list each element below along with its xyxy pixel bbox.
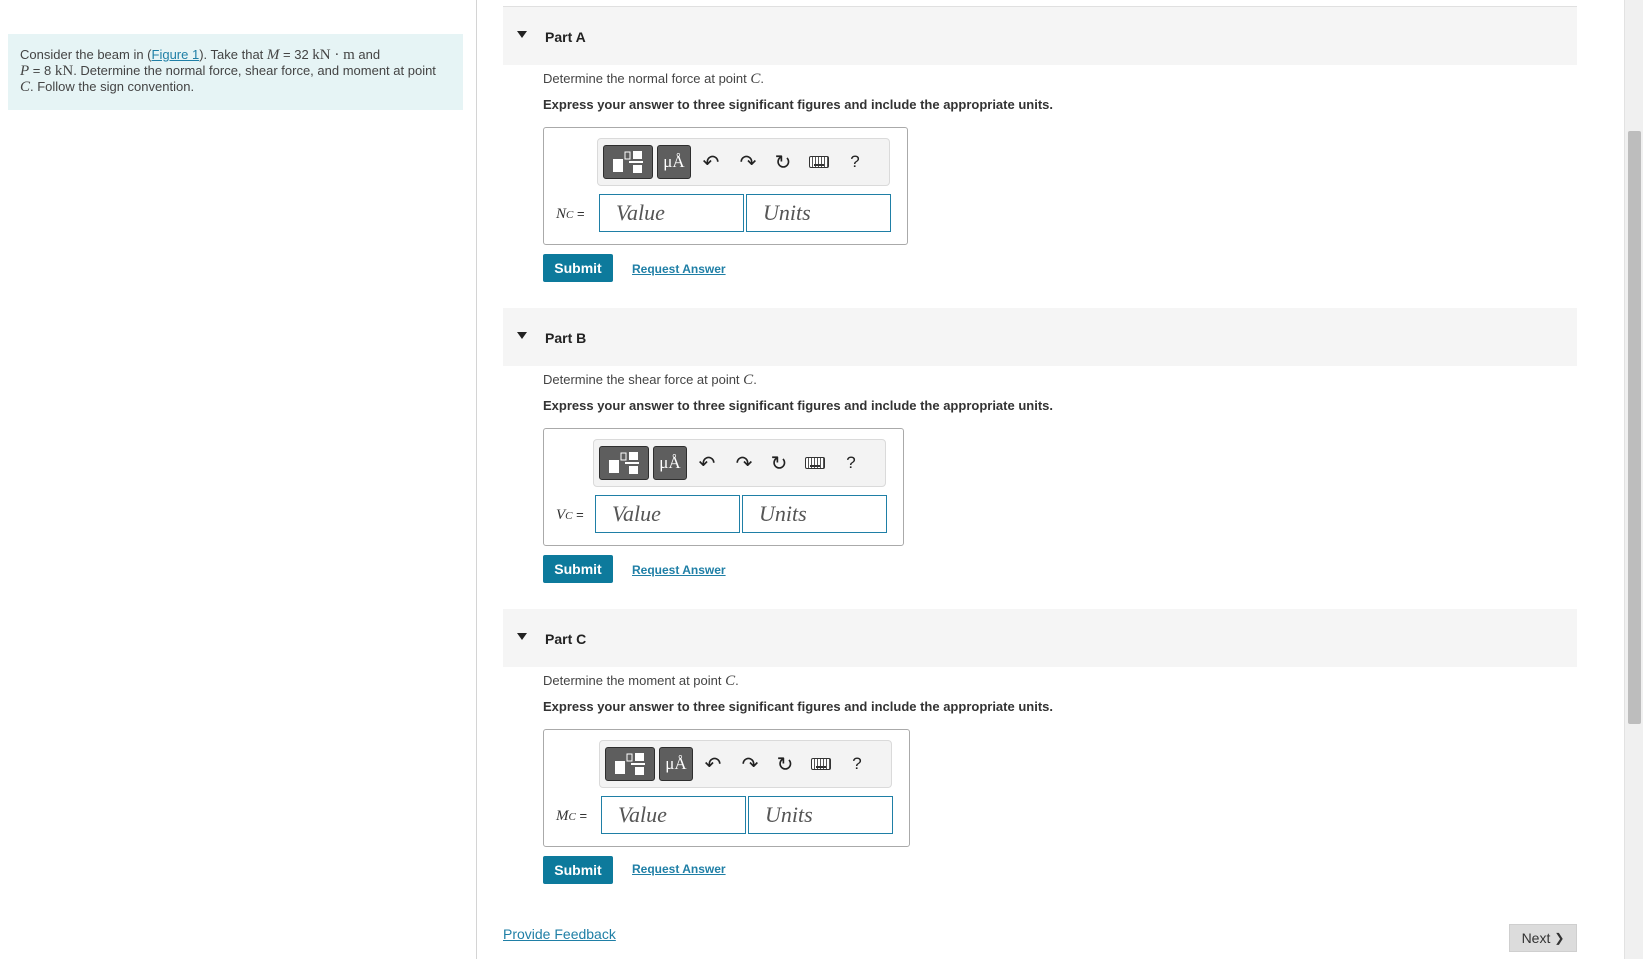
question-text: Determine the shear force at point C. [543, 372, 757, 389]
reset-icon[interactable]: ↻ [770, 148, 796, 176]
part-title: Part B [545, 330, 587, 346]
scrollbar-thumb[interactable] [1628, 131, 1641, 724]
reset-icon[interactable]: ↻ [772, 750, 798, 778]
help-icon[interactable]: ? [844, 750, 870, 778]
units-icon[interactable]: μÅ [659, 747, 693, 781]
variable-label: NC = [556, 206, 585, 223]
submit-button[interactable]: Submit [543, 555, 613, 583]
variable-label: MC = [556, 808, 587, 825]
value-input[interactable] [601, 796, 746, 834]
units-icon[interactable]: μÅ [657, 145, 691, 179]
redo-icon[interactable]: ↷ [737, 750, 763, 778]
help-icon[interactable]: ? [842, 148, 868, 176]
symbol-m: M [266, 47, 280, 63]
next-label: Next [1521, 930, 1551, 946]
problem-statement: Consider the beam in (Figure 1). Take th… [8, 34, 463, 110]
templates-icon[interactable] [599, 446, 649, 480]
next-button[interactable]: Next ❯ [1509, 924, 1577, 952]
symbol-c: C [743, 372, 754, 388]
provide-feedback-link[interactable]: Provide Feedback [503, 926, 616, 942]
request-answer-link[interactable]: Request Answer [632, 563, 726, 577]
units-input[interactable] [742, 495, 887, 533]
unit-kn: kN [54, 63, 74, 79]
templates-icon[interactable] [605, 747, 655, 781]
unit-knm: kN · m [312, 47, 355, 63]
instruction-text: Express your answer to three significant… [543, 699, 1053, 714]
problem-text: = 8 [29, 63, 55, 78]
caret-down-icon [517, 31, 527, 38]
part-c-header[interactable]: Part C [503, 609, 1577, 667]
question-suffix: . [753, 372, 757, 387]
answer-box: μÅ ↶ ↷ ↻ ? VC = [543, 428, 904, 546]
problem-text: = 32 [279, 47, 313, 62]
help-icon[interactable]: ? [838, 449, 864, 477]
var-symbol: N [556, 206, 567, 222]
undo-icon[interactable]: ↶ [694, 449, 720, 477]
variable-label: VC = [556, 507, 584, 524]
equals-sign: = [573, 206, 585, 221]
request-answer-link[interactable]: Request Answer [632, 862, 726, 876]
question-prefix: Determine the normal force at point [543, 71, 751, 86]
symbol-c: C [725, 673, 736, 689]
question-suffix: . [760, 71, 765, 86]
keyboard-icon[interactable] [808, 750, 834, 778]
math-toolbar: μÅ ↶ ↷ ↻ ? [597, 138, 890, 186]
caret-down-icon [517, 633, 527, 640]
reset-icon[interactable]: ↻ [766, 449, 792, 477]
var-subscript: C [565, 510, 573, 522]
parts-pane: Part A Determine the normal force at poi… [477, 0, 1624, 959]
part-c: Part C Determine the moment at point C. … [503, 609, 1577, 884]
part-title: Part C [545, 631, 587, 647]
keyboard-icon[interactable] [806, 148, 832, 176]
problem-text: . Follow the sign convention. [30, 79, 195, 94]
units-input[interactable] [748, 796, 893, 834]
problem-text: ). Take that [199, 47, 267, 62]
instruction-text: Express your answer to three significant… [543, 398, 1053, 413]
instruction-text: Express your answer to three significant… [543, 97, 1053, 112]
part-a: Part A Determine the normal force at poi… [503, 7, 1577, 282]
value-input[interactable] [595, 495, 740, 533]
request-answer-link[interactable]: Request Answer [632, 262, 726, 276]
figure-link[interactable]: Figure 1 [152, 47, 200, 62]
redo-icon[interactable]: ↷ [731, 449, 757, 477]
question-suffix: . [735, 673, 739, 688]
value-input[interactable] [599, 194, 744, 232]
equals-sign: = [572, 507, 584, 522]
answer-box: μÅ ↶ ↷ ↻ ? MC = [543, 729, 910, 847]
var-symbol: M [556, 808, 569, 824]
submit-button[interactable]: Submit [543, 856, 613, 884]
chevron-right-icon: ❯ [1554, 931, 1565, 945]
part-a-header[interactable]: Part A [503, 7, 1577, 65]
units-input[interactable] [746, 194, 891, 232]
units-icon[interactable]: μÅ [653, 446, 687, 480]
question-text: Determine the normal force at point C. [543, 71, 764, 88]
undo-icon[interactable]: ↶ [700, 750, 726, 778]
math-toolbar: μÅ ↶ ↷ ↻ ? [599, 740, 892, 788]
redo-icon[interactable]: ↷ [735, 148, 761, 176]
problem-text: Consider the beam in ( [20, 47, 152, 62]
part-b-header[interactable]: Part B [503, 308, 1577, 366]
templates-icon[interactable] [603, 145, 653, 179]
problem-text: and [354, 47, 381, 62]
math-toolbar: μÅ ↶ ↷ ↻ ? [593, 439, 886, 487]
var-symbol: V [556, 507, 566, 523]
caret-down-icon [517, 332, 527, 339]
symbol-c: C [750, 71, 761, 87]
submit-button[interactable]: Submit [543, 254, 613, 282]
vertical-scrollbar[interactable] [1624, 0, 1643, 959]
part-b: Part B Determine the shear force at poin… [503, 308, 1577, 583]
question-prefix: Determine the moment at point [543, 673, 726, 688]
problem-pane: Consider the beam in (Figure 1). Take th… [0, 0, 477, 959]
symbol-c: C [20, 79, 31, 95]
undo-icon[interactable]: ↶ [698, 148, 724, 176]
part-title: Part A [545, 29, 586, 45]
problem-text: . Determine the normal force, shear forc… [73, 63, 436, 78]
answer-box: μÅ ↶ ↷ ↻ ? NC = [543, 127, 908, 245]
keyboard-icon[interactable] [802, 449, 828, 477]
var-subscript: C [568, 811, 576, 823]
question-prefix: Determine the shear force at point [543, 372, 744, 387]
question-text: Determine the moment at point C. [543, 673, 739, 690]
symbol-p: P [20, 63, 30, 79]
equals-sign: = [575, 808, 588, 823]
